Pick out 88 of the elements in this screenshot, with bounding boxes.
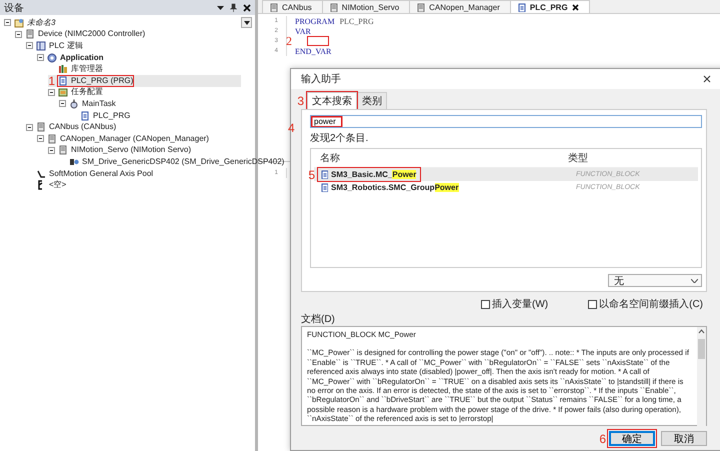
close-icon[interactable] — [572, 4, 579, 10]
tree-item[interactable]: Application — [47, 52, 104, 63]
column-header: 类型 — [568, 152, 588, 165]
tree-item[interactable]: NIMotion_Servo (NIMotion Servo) — [58, 145, 192, 156]
tree-item[interactable]: Device (NIMC2000 Controller) — [25, 29, 146, 40]
dropdown-button[interactable] — [241, 17, 252, 28]
tree-item[interactable]: 任务配置 — [58, 87, 103, 98]
code-keyword: PROGRAM — [295, 16, 335, 26]
dialog-tab[interactable]: 类别 — [357, 92, 387, 109]
pin-icon[interactable] — [230, 3, 237, 12]
close-icon[interactable] — [243, 4, 251, 12]
callout-number: 3 — [297, 94, 304, 106]
collapse-icon[interactable] — [37, 54, 44, 62]
collapse-icon[interactable] — [15, 30, 22, 38]
collapse-icon[interactable] — [48, 146, 55, 154]
tab-label: CANbus — [282, 2, 312, 12]
document-icon — [320, 183, 328, 192]
axis-icon — [36, 168, 46, 179]
collapse-icon[interactable] — [26, 124, 33, 131]
tree-item[interactable]: 未命名3 — [14, 18, 56, 28]
dialog-title: 输入助手 — [301, 72, 341, 86]
project-icon — [14, 18, 24, 28]
tasks-icon — [58, 87, 68, 98]
document-icon — [516, 2, 526, 12]
device-icon — [416, 2, 426, 12]
editor-tab[interactable]: CANopen_Manager — [409, 0, 511, 13]
device-icon — [36, 122, 46, 132]
device-icon — [269, 2, 278, 12]
tree-item[interactable]: 库管理器 — [58, 64, 103, 74]
tree-item[interactable]: MainTask — [69, 98, 116, 109]
device-icon — [47, 134, 57, 144]
tab-label: NIMotion_Servo — [342, 2, 400, 12]
plc-icon — [36, 40, 46, 51]
column-header: 名称 — [320, 152, 340, 165]
device-icon — [58, 145, 68, 156]
device-icon — [25, 29, 35, 40]
books-icon — [58, 64, 68, 74]
panel-title: 设备 — [4, 2, 24, 14]
checkbox[interactable] — [481, 300, 490, 308]
collapse-icon[interactable] — [4, 19, 11, 26]
callout-number: 1 — [48, 74, 55, 87]
tree-item[interactable]: PLC 逻辑 — [36, 40, 83, 51]
tab-label: PLC_PRG — [530, 2, 568, 12]
result-item[interactable]: SM3_Robotics.SMC_GroupPower — [318, 181, 463, 194]
tree-item[interactable]: CANbus (CANbus) — [36, 122, 116, 132]
dialog-tab[interactable]: 文本搜索 — [307, 92, 357, 109]
tree-item[interactable]: CANopen_Manager (CANopen_Manager) — [47, 134, 209, 144]
dialog-button[interactable]: 确定 — [609, 431, 655, 446]
checkbox[interactable] — [588, 300, 598, 308]
result-count: 发现2个条目. — [310, 132, 370, 145]
close-icon[interactable] — [703, 75, 711, 83]
checkbox-label: 插入变量(W) — [492, 298, 548, 311]
dialog-button[interactable]: 取消 — [661, 431, 707, 446]
device-icon — [328, 2, 338, 12]
dropdown-arrow-icon[interactable] — [217, 4, 224, 11]
editor-tab[interactable]: NIMotion_Servo — [322, 0, 410, 13]
tree-item[interactable]: PLC_PRG — [80, 110, 130, 121]
caret-icon — [244, 20, 250, 24]
collapse-icon[interactable] — [26, 42, 33, 50]
tree-item[interactable]: PLC_PRG (PRG) — [58, 76, 134, 86]
code-keyword: END_VAR — [295, 46, 332, 56]
checkbox-label: 以命名空间前缀插入(C) — [599, 298, 703, 311]
collapse-icon[interactable] — [59, 100, 66, 108]
callout-number: 2 — [286, 35, 292, 47]
filter-dropdown[interactable]: 无 — [608, 274, 702, 287]
collapse-icon[interactable] — [37, 135, 44, 142]
tree-item[interactable]: SoftMotion General Axis Pool — [36, 168, 154, 179]
callout-frame — [307, 36, 329, 46]
editor-tab[interactable]: CANbus — [262, 0, 323, 13]
docs-label: 文档(D) — [301, 312, 336, 326]
document-icon — [320, 170, 328, 179]
tree-item[interactable]: <空> — [36, 180, 66, 190]
task-icon — [69, 98, 79, 109]
gear-icon — [47, 52, 57, 63]
callout-number: 5 — [308, 168, 315, 180]
tab-label: CANopen_Manager — [429, 2, 500, 12]
editor-tab[interactable]: PLC_PRG — [510, 0, 590, 13]
tree-item[interactable]: SM_Drive_GenericDSP402 (SM_Drive_GenericDSP402) — [69, 156, 284, 167]
caret-icon — [691, 278, 698, 282]
callout-number: 6 — [599, 432, 606, 444]
document-icon — [58, 76, 68, 86]
code-keyword: VAR — [295, 26, 311, 36]
collapse-icon[interactable] — [48, 88, 55, 96]
search-field[interactable]: power — [310, 115, 702, 128]
code-identifier: PLC_PRG — [340, 16, 374, 26]
document-icon — [80, 110, 90, 121]
drive-icon — [69, 156, 79, 167]
callout-number: 4 — [288, 122, 295, 134]
